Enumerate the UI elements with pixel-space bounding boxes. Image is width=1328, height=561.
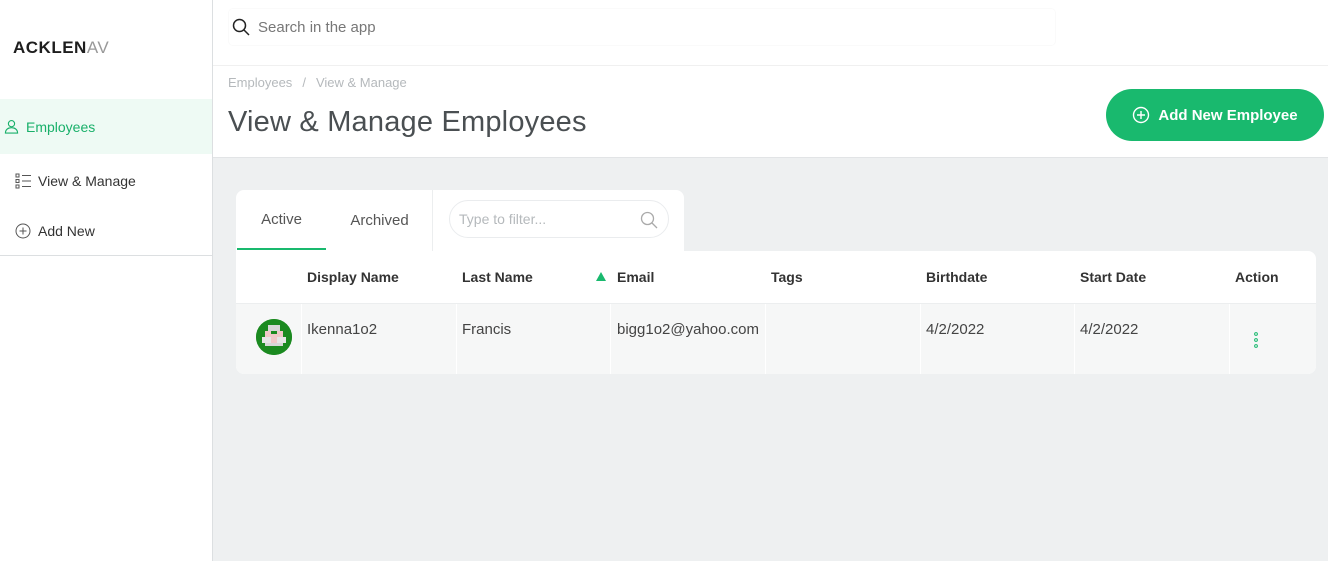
cell-divider (610, 304, 611, 374)
brand-name-tail: AV (86, 38, 110, 57)
user-icon (2, 118, 20, 136)
cell-last-name: Francis (462, 321, 512, 338)
column-header-display-name[interactable]: Display Name (307, 269, 399, 285)
cell-birthdate: 4/2/2022 (926, 321, 985, 338)
cell-email: bigg1o2@yahoo.com (617, 321, 759, 338)
employees-table: Display Name Last Name Email Tags Birthd… (236, 251, 1316, 374)
sidebar-item-add-new[interactable]: Add New (0, 218, 212, 244)
breadcrumb-item-employees[interactable]: Employees (228, 75, 292, 90)
cell-start-date: 4/2/2022 (1080, 321, 1139, 338)
plus-circle-icon (1133, 106, 1150, 124)
search-icon (640, 211, 658, 229)
row-actions-menu-icon[interactable] (1251, 331, 1261, 349)
avatar (256, 319, 292, 355)
table-row[interactable]: Ikenna1o2 Francis bigg1o2@yahoo.com 4/2/… (236, 304, 1316, 374)
sidebar-item-label: Employees (26, 118, 96, 135)
sidebar-item-label: View & Manage (38, 173, 136, 189)
add-new-employee-label: Add New Employee (1158, 106, 1298, 124)
column-header-action: Action (1235, 269, 1279, 285)
sort-ascending-icon[interactable] (596, 272, 606, 281)
column-header-tags[interactable]: Tags (771, 269, 803, 285)
cell-divider (765, 304, 766, 374)
brand-name: ACKLEN (13, 38, 87, 57)
cell-divider (920, 304, 921, 374)
sidebar: ACKLENAV Employees View & Manage Add New (0, 0, 213, 561)
add-new-employee-button[interactable]: Add New Employee (1106, 89, 1324, 141)
table-header: Display Name Last Name Email Tags Birthd… (236, 251, 1316, 304)
search-icon (232, 18, 250, 36)
cell-divider (456, 304, 457, 374)
sidebar-divider (0, 255, 212, 256)
search-input[interactable] (258, 18, 1018, 36)
page-header: Employees / View & Manage View & Manage Em… (213, 66, 1328, 158)
tabs-panel: Active Archived (236, 190, 684, 252)
plus-circle-icon (14, 222, 32, 240)
breadcrumb: Employees / View & Manage (228, 75, 407, 90)
sidebar-item-view-manage[interactable]: View & Manage (0, 168, 212, 194)
column-header-birthdate[interactable]: Birthdate (926, 269, 987, 285)
tab-active[interactable]: Active (237, 190, 326, 250)
cell-divider (1074, 304, 1075, 374)
breadcrumb-item-view-manage[interactable]: View & Manage (316, 75, 407, 90)
column-header-email[interactable]: Email (617, 269, 654, 285)
cell-divider (1229, 304, 1230, 374)
sidebar-item-employees[interactable]: Employees (0, 99, 212, 154)
filter-box (449, 200, 669, 238)
top-bar (213, 0, 1328, 66)
brand-logo[interactable]: ACKLENAV (13, 38, 113, 58)
filter-input[interactable] (459, 211, 629, 227)
cell-divider (301, 304, 302, 374)
list-icon (14, 172, 32, 190)
tab-divider (432, 190, 433, 252)
cell-display-name: Ikenna1o2 (307, 321, 378, 338)
column-header-start-date[interactable]: Start Date (1080, 269, 1146, 285)
column-header-last-name[interactable]: Last Name (462, 269, 533, 285)
page-title: View & Manage Employees (228, 106, 587, 138)
sidebar-item-label: Add New (38, 223, 95, 239)
global-search (229, 9, 1055, 45)
tab-archived[interactable]: Archived (335, 190, 424, 250)
breadcrumb-separator: / (302, 75, 306, 90)
